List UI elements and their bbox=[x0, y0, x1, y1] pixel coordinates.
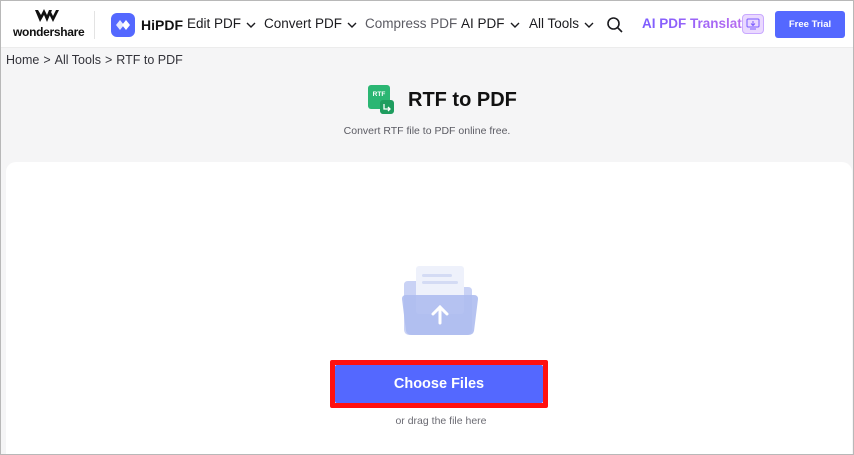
hipdf-logo-icon bbox=[111, 13, 135, 37]
nav-all-tools[interactable]: All Tools bbox=[529, 16, 594, 31]
nav-compress-pdf-label: Compress PDF bbox=[365, 16, 458, 31]
breadcrumb-separator: > bbox=[43, 53, 51, 67]
free-trial-button[interactable]: Free Trial bbox=[775, 11, 845, 38]
nav-ai-pdf[interactable]: AI PDF bbox=[461, 16, 520, 31]
chevron-down-icon bbox=[347, 16, 357, 31]
translator-download-icon[interactable] bbox=[742, 14, 764, 34]
hipdf-product-name: HiPDF bbox=[141, 17, 183, 33]
wondershare-brand-text: wondershare bbox=[13, 25, 85, 39]
breadcrumb-separator: > bbox=[104, 53, 113, 67]
rtf-file-icon: RTF bbox=[368, 85, 396, 115]
svg-text:RTF: RTF bbox=[373, 91, 386, 98]
chevron-down-icon bbox=[510, 16, 520, 31]
hipdf-logo[interactable]: HiPDF bbox=[111, 13, 183, 37]
nav-ai-pdf-label: AI PDF bbox=[461, 16, 505, 31]
page-title: RTF to PDF bbox=[408, 88, 517, 111]
breadcrumb-all-tools[interactable]: All Tools bbox=[55, 53, 101, 67]
nav-edit-pdf-label: Edit PDF bbox=[187, 16, 242, 31]
nav-compress-pdf[interactable]: Compress PDF bbox=[365, 16, 457, 31]
folder-upload-icon bbox=[398, 263, 482, 339]
header-divider bbox=[94, 11, 95, 39]
page-subtitle: Convert RTF file to PDF online free. bbox=[343, 125, 511, 137]
breadcrumb-home[interactable]: Home bbox=[6, 53, 39, 67]
wondershare-logo-icon bbox=[35, 9, 59, 22]
nav-convert-pdf[interactable]: Convert PDF bbox=[264, 16, 357, 31]
chevron-down-icon bbox=[246, 16, 256, 31]
tool-title-row: RTF RTF to PDF bbox=[368, 84, 517, 116]
nav-edit-pdf[interactable]: Edit PDF bbox=[187, 16, 256, 31]
nav-all-tools-label: All Tools bbox=[529, 16, 580, 31]
nav-convert-pdf-label: Convert PDF bbox=[264, 16, 343, 31]
choose-files-highlight: Choose Files bbox=[330, 360, 548, 408]
chevron-down-icon bbox=[584, 16, 594, 31]
search-icon[interactable] bbox=[606, 16, 624, 34]
top-navigation-bar: wondershare HiPDF Edit PDF Convert PDF C… bbox=[1, 1, 853, 48]
choose-files-button[interactable]: Choose Files bbox=[335, 365, 543, 403]
breadcrumb-current: RTF to PDF bbox=[116, 53, 183, 67]
ai-pdf-translator-link[interactable]: AI PDF Translator bbox=[642, 16, 742, 31]
breadcrumb: Home > All Tools > RTF to PDF bbox=[6, 53, 183, 67]
wondershare-logo[interactable]: wondershare bbox=[13, 9, 85, 41]
drag-file-hint: or drag the file here bbox=[395, 415, 487, 427]
